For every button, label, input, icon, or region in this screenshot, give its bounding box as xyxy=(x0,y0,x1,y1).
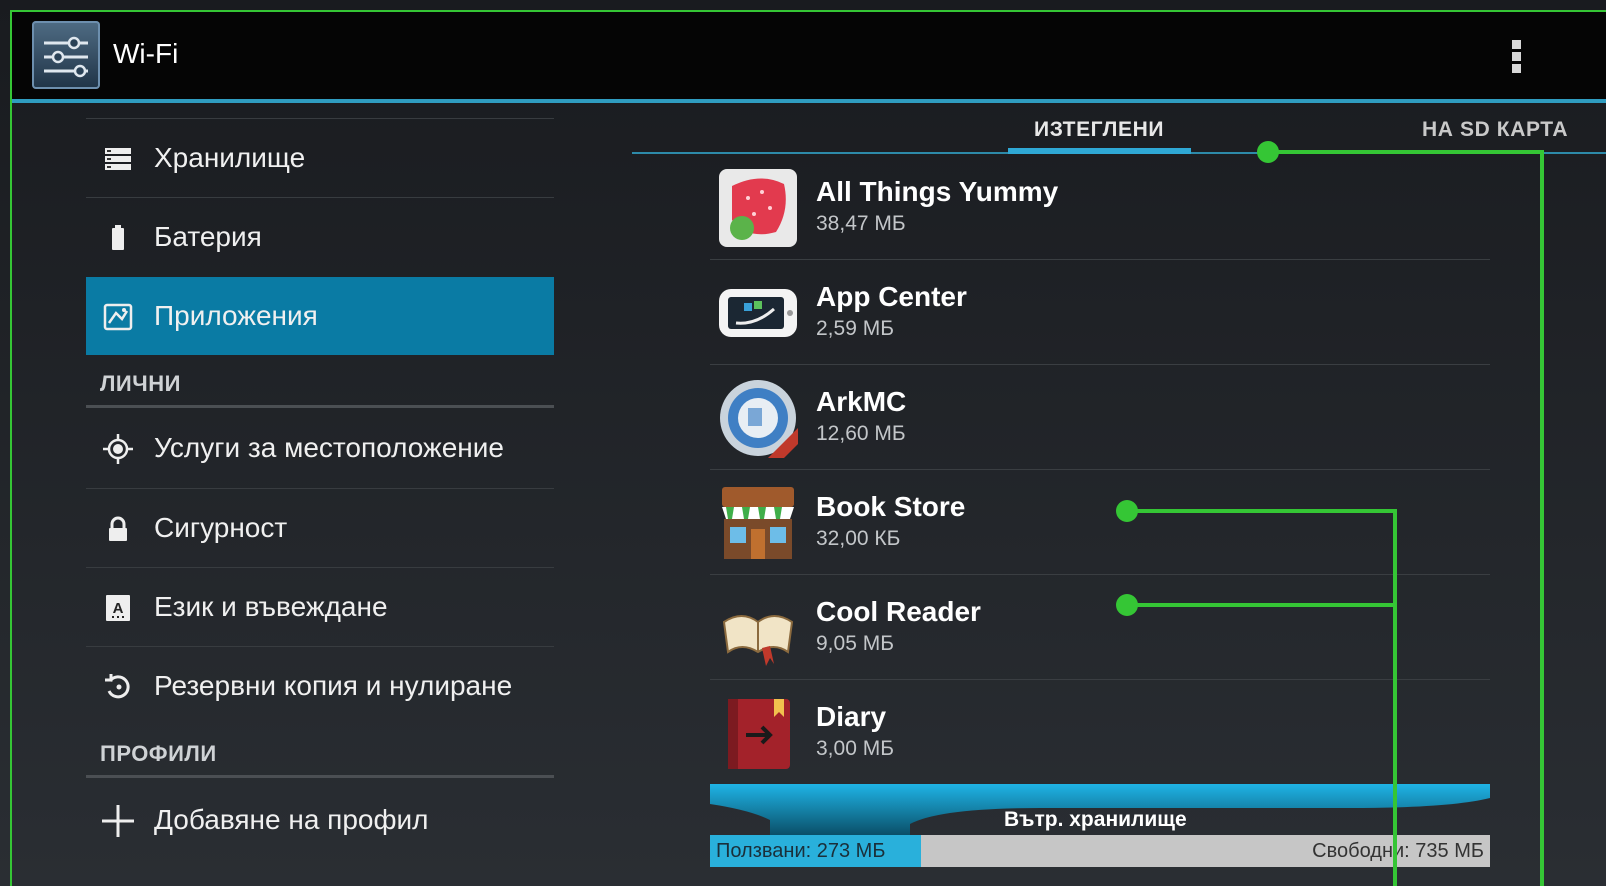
battery-icon xyxy=(102,222,134,254)
section-header-accounts: ПРОФИЛИ xyxy=(100,741,217,766)
list-item[interactable]: Diary 3,00 МБ xyxy=(710,681,1490,785)
sidebar-item-label: Приложения xyxy=(154,300,318,331)
storage-label: Вътр. хранилище xyxy=(1004,808,1187,831)
divider xyxy=(710,364,1490,365)
location-icon xyxy=(102,433,134,465)
divider xyxy=(710,679,1490,680)
app-size: 32,00 КБ xyxy=(816,527,901,550)
overflow-menu-icon[interactable] xyxy=(1505,40,1527,80)
arkmc-icon xyxy=(718,378,798,458)
app-size: 12,60 МБ xyxy=(816,422,906,445)
list-item[interactable]: App Center 2,59 МБ xyxy=(710,261,1490,365)
screen: Wi-Fi Хранилище Батерия Приложения ЛИЧНИ xyxy=(0,0,1606,886)
svg-text:A: A xyxy=(113,600,124,617)
cool-reader-icon xyxy=(718,588,798,668)
add-account-button[interactable]: Добавяне на профил xyxy=(86,781,554,859)
book-store-icon xyxy=(718,483,798,563)
divider xyxy=(710,469,1490,470)
list-item[interactable]: All Things Yummy 38,47 МБ xyxy=(710,156,1490,260)
storage-usage-bar: Ползвани: 273 МБ Свободни: 735 МБ xyxy=(710,835,1490,867)
tab-indicator xyxy=(1008,148,1191,154)
sidebar-item-backup[interactable]: Резервни копия и нулиране xyxy=(86,647,554,725)
section-header-personal: ЛИЧНИ xyxy=(100,371,181,396)
list-item[interactable]: Cool Reader 9,05 МБ xyxy=(710,576,1490,680)
divider xyxy=(710,574,1490,575)
app-center-icon xyxy=(718,273,798,353)
section-divider xyxy=(86,775,554,778)
sidebar-item-security[interactable]: Сигурност xyxy=(86,489,554,567)
language-icon: A xyxy=(102,592,134,624)
sidebar-item-label: Сигурност xyxy=(154,512,288,543)
add-account-label: Добавяне на профил xyxy=(154,804,429,835)
lock-icon xyxy=(102,513,134,545)
sidebar-item-apps[interactable]: Приложения xyxy=(86,277,554,355)
app-name: ArkMC xyxy=(816,386,907,417)
yummy-app-icon xyxy=(718,168,798,248)
apps-icon xyxy=(102,301,134,333)
app-size: 38,47 МБ xyxy=(816,212,906,235)
app-name: Diary xyxy=(816,701,887,732)
app-size: 9,05 МБ xyxy=(816,632,894,655)
app-name: All Things Yummy xyxy=(816,176,1059,207)
storage-free-text: Свободни: 735 МБ xyxy=(1312,840,1484,862)
list-item[interactable]: ArkMC 12,60 МБ xyxy=(710,366,1490,470)
sidebar-item-label: Език и въвеждане xyxy=(154,591,388,622)
action-bar xyxy=(12,12,1606,100)
app-size: 3,00 МБ xyxy=(816,737,894,760)
plus-icon xyxy=(102,805,134,837)
tab-downloaded[interactable]: ИЗТЕГЛЕНИ xyxy=(1034,118,1164,142)
sidebar-item-label: Услуги за местоположение xyxy=(154,432,504,463)
settings-sliders-icon[interactable] xyxy=(32,21,100,89)
storage-used-text: Ползвани: 273 МБ xyxy=(716,840,886,862)
app-name: Book Store xyxy=(816,491,966,522)
storage-icon xyxy=(102,143,134,175)
sidebar-item-language[interactable]: A Език и въвеждане xyxy=(86,568,554,646)
settings-sidebar: Хранилище Батерия Приложения ЛИЧНИ Услуг… xyxy=(86,103,554,886)
list-item[interactable]: Book Store 32,00 КБ xyxy=(710,471,1490,575)
diary-icon xyxy=(718,693,798,773)
sidebar-item-battery[interactable]: Батерия xyxy=(86,198,554,276)
app-name: App Center xyxy=(816,281,967,312)
divider xyxy=(710,259,1490,260)
app-name: Cool Reader xyxy=(816,596,981,627)
backup-icon xyxy=(102,671,134,703)
sidebar-item-label: Резервни копия и нулиране xyxy=(154,670,513,701)
page-title: Wi-Fi xyxy=(113,38,179,69)
sidebar-item-location[interactable]: Услуги за местоположение xyxy=(86,409,554,487)
sidebar-item-storage[interactable]: Хранилище xyxy=(86,119,554,197)
app-size: 2,59 МБ xyxy=(816,317,894,340)
sidebar-item-label: Хранилище xyxy=(154,142,306,173)
sidebar-item-label: Батерия xyxy=(154,221,262,252)
tab-sd-card[interactable]: НА SD КАРТА xyxy=(1422,118,1568,142)
section-divider xyxy=(86,405,554,408)
